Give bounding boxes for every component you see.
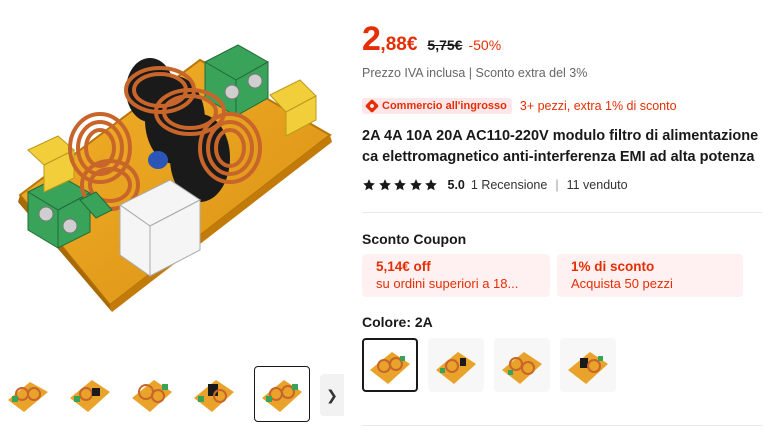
thumbnail[interactable] (62, 366, 118, 422)
price-row: 2 ,88€ 5,75€ -50% (362, 20, 501, 59)
separator: | (555, 178, 559, 192)
wholesale-text: 3+ pezzi, extra 1% di sconto (519, 99, 677, 113)
divider (362, 212, 762, 213)
coupon-amount: 1% di sconto (571, 259, 655, 274)
thumbnail[interactable] (186, 366, 242, 422)
color-label: Colore: 2A (362, 314, 433, 330)
wholesale-row: Commercio all'ingrosso 3+ pezzi, extra 1… (362, 98, 677, 114)
price-integer: 2 (362, 20, 381, 58)
color-swatch[interactable] (428, 338, 484, 392)
coupon-condition: su ordini superiori a 18... (376, 276, 519, 291)
divider (362, 425, 762, 426)
star-icon (409, 179, 422, 191)
coupon-section-title: Sconto Coupon (362, 231, 467, 247)
product-title: 2A 4A 10A 20A AC110-220V modulo filtro d… (362, 128, 759, 165)
original-price: 5,75€ (427, 37, 463, 53)
star-icon (425, 179, 437, 191)
color-swatch-selected[interactable] (362, 338, 418, 392)
rating-value: 5.0 (447, 178, 465, 192)
wholesale-badge: Commercio all'ingrosso (362, 98, 512, 114)
chevron-right-icon[interactable]: ❯ (320, 374, 344, 416)
thumbnail[interactable] (0, 366, 56, 422)
star-icon (363, 179, 375, 191)
thumbnail-selected[interactable] (254, 366, 310, 422)
discount-percent: -50% (468, 37, 502, 53)
coupon-card[interactable]: 5,14€ off su ordini superiori a 18... (362, 254, 550, 297)
color-swatch[interactable] (494, 338, 550, 392)
rating-row: 5.0 1 Recensione | 11 venduto (362, 178, 628, 192)
color-swatch[interactable] (560, 338, 616, 392)
thumbnail[interactable] (124, 366, 180, 422)
main-product-image[interactable] (0, 0, 345, 345)
star-icon (394, 179, 406, 191)
star-icon (378, 179, 391, 191)
coupon-condition: Acquista 50 pezzi (571, 276, 673, 291)
price-decimal: ,88€ (380, 34, 418, 55)
coupon-card[interactable]: 1% di sconto Acquista 50 pezzi (557, 254, 743, 297)
thumbnail-strip: ❯ (0, 366, 345, 426)
reviews-link[interactable]: 1 Recensione (471, 178, 547, 192)
tax-info: Prezzo IVA inclusa | Sconto extra del 3% (362, 66, 588, 80)
sold-count: 11 venduto (566, 178, 628, 192)
rating-stars (362, 178, 440, 192)
wholesale-badge-label: Commercio all'ingrosso (382, 100, 507, 112)
coupon-amount: 5,14€ off (376, 259, 431, 274)
tag-icon (364, 98, 380, 114)
